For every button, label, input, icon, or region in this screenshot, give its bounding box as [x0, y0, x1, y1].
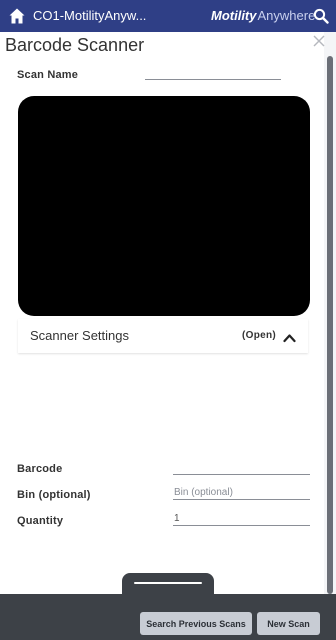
- scanner-settings-state: (Open): [242, 330, 277, 341]
- close-icon[interactable]: [312, 34, 326, 48]
- scan-name-label: Scan Name: [17, 69, 79, 81]
- brand-light-text: Anywhere: [257, 8, 316, 23]
- scanner-settings-toggle[interactable]: Scanner Settings (Open): [18, 319, 308, 353]
- search-previous-scans-button[interactable]: Search Previous Scans: [140, 612, 252, 635]
- quantity-label: Quantity: [17, 515, 64, 527]
- barcode-input[interactable]: [173, 460, 310, 475]
- barcode-label: Barcode: [17, 463, 63, 475]
- scan-name-input[interactable]: [145, 65, 281, 80]
- top-bar: CO1-MotilityAnyw... MotilityAnywhere: [0, 0, 336, 32]
- home-icon[interactable]: [8, 7, 26, 25]
- brand-strong-text: Motility: [211, 8, 257, 23]
- app-title[interactable]: CO1-MotilityAnyw...: [33, 8, 163, 24]
- quantity-input[interactable]: [173, 511, 310, 526]
- bin-label: Bin (optional): [17, 489, 91, 501]
- camera-preview[interactable]: [18, 96, 310, 316]
- scanner-settings-label: Scanner Settings: [30, 328, 130, 343]
- search-icon[interactable]: [313, 8, 329, 24]
- dialog-title: Barcode Scanner: [5, 35, 145, 55]
- chevron-up-icon[interactable]: [283, 330, 296, 343]
- bin-input[interactable]: [173, 485, 310, 500]
- brand-logo: MotilityAnywhere: [211, 8, 315, 24]
- drawer-handle-grip: [134, 582, 202, 584]
- new-scan-button[interactable]: New Scan: [257, 612, 320, 635]
- drawer-handle[interactable]: [122, 573, 214, 595]
- scrollbar-thumb[interactable]: [327, 56, 333, 594]
